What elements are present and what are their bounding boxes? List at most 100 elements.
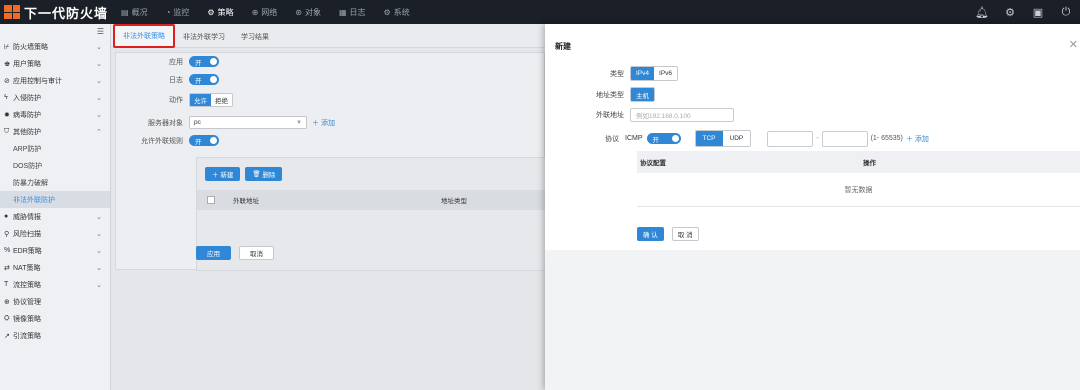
protocol-icon: ⊕: [4, 298, 10, 306]
save-icon[interactable]: ▣: [1024, 0, 1052, 24]
chevron-down-icon: ⌄: [96, 281, 102, 289]
menu-collapse-icon[interactable]: ☰: [0, 24, 110, 38]
virus-icon: ✹: [4, 111, 10, 119]
log-label: 日志: [169, 76, 183, 84]
outbound-address-input[interactable]: 例如192.168.0.100: [630, 108, 734, 122]
sidebar-item-user-policy[interactable]: ♚ 用户策略 ⌄: [0, 55, 110, 72]
sidebar-item-redirect[interactable]: ↗ 引流策略: [0, 327, 110, 344]
new-rule-button[interactable]: ＋ 新建: [205, 167, 241, 181]
nav-log[interactable]: ▦ 日志: [330, 0, 375, 24]
action-allow-button[interactable]: 允许: [190, 94, 211, 106]
new-rule-drawer: 新建 ✕ 类型 IPv4 IPv6 地址类型 主机 外联地址 例如192.168…: [545, 24, 1080, 390]
protocol-label: 协议: [605, 135, 619, 143]
allow-rule-toggle[interactable]: 开: [189, 135, 219, 146]
apply-button[interactable]: 应用: [196, 246, 231, 260]
nav-monitor[interactable]: ◔ 监控: [157, 0, 199, 24]
sidebar-item-intrusion[interactable]: ϟ 入侵防护 ⌄: [0, 89, 110, 106]
port-range-hint: (1- 65535): [870, 135, 903, 142]
chevron-down-icon: ▼: [296, 119, 302, 126]
sidebar-item-edr[interactable]: % EDR策略 ⌄: [0, 242, 110, 259]
protocol-table-header: 协议配置 操作: [637, 151, 1080, 173]
delete-rule-button[interactable]: 🗑︎ 删除: [245, 167, 283, 181]
sidebar-subitem-arp[interactable]: ARP防护: [0, 140, 110, 157]
chevron-down-icon: ⌄: [96, 94, 102, 102]
apply-toggle[interactable]: 开: [189, 56, 219, 67]
nav-overview[interactable]: ▤ 概况: [112, 0, 157, 24]
sidebar: ☰ ⊬ 防火墙策略 ⌄ ♚ 用户策略 ⌄ ⊘ 应用控制与审计 ⌄ ϟ 入侵防护 ⌄ ✹ 病毒防护 ⌄…: [0, 24, 111, 390]
nav-object[interactable]: ⊛ 对象: [286, 0, 330, 24]
sidebar-item-virus[interactable]: ✹ 病毒防护 ⌄: [0, 106, 110, 123]
tab-outbound-learning[interactable]: 非法外联学习: [175, 27, 233, 47]
content-area: 非法外联策略 非法外联学习 学习结果 应用 开 日志 开 动作 允许 拒绝 服务…: [111, 24, 547, 390]
drawer-cancel-button[interactable]: 取 消: [671, 227, 699, 241]
add-port-link[interactable]: ＋ 添加: [906, 134, 929, 144]
filter-icon: ⊬: [4, 43, 11, 51]
system-icon: ⚙: [383, 7, 391, 17]
port-start-input[interactable]: [767, 130, 814, 147]
network-icon: ⊕: [251, 7, 259, 17]
icmp-toggle[interactable]: 开: [646, 133, 681, 144]
app-logo: 下一代防火墙: [0, 0, 112, 24]
tab-learning-results[interactable]: 学习结果: [233, 27, 277, 47]
protocol-table: 协议配置 操作 暂无数据: [637, 151, 1080, 207]
flow-icon: T: [4, 281, 9, 288]
user-icon: ♚: [4, 60, 11, 68]
swap-icon: ⇄: [4, 264, 10, 272]
close-icon[interactable]: ✕: [1069, 38, 1078, 51]
cancel-button[interactable]: 取消: [239, 246, 274, 260]
sidebar-item-threat-intel[interactable]: ● 威胁情报 ⌄: [0, 208, 110, 225]
chevron-down-icon: ⌄: [96, 230, 102, 238]
select-all-checkbox[interactable]: [207, 196, 215, 204]
sidebar-item-protocol[interactable]: ⊕ 协议管理: [0, 293, 110, 310]
search-icon: ⚲: [4, 230, 10, 238]
nav-system[interactable]: ⚙ 系统: [375, 0, 419, 24]
sidebar-subitem-bruteforce[interactable]: 防暴力破解: [0, 174, 110, 191]
log-icon: ▦: [338, 7, 347, 17]
ipv4-button[interactable]: IPv4: [631, 67, 655, 80]
bell-icon[interactable]: 🔔︎: [968, 0, 996, 24]
sidebar-subitem-illegal-outbound[interactable]: 非法外联防护: [0, 191, 110, 208]
server-object-label: 服务器对象: [148, 119, 183, 127]
policy-icon: ⚙: [207, 7, 215, 17]
sidebar-item-firewall-policy[interactable]: ⊬ 防火墙策略 ⌄: [0, 38, 110, 55]
server-add-link[interactable]: ＋ 添加: [312, 118, 335, 128]
confirm-button[interactable]: 确 认: [637, 227, 664, 241]
top-bar: 下一代防火墙 ▤ 概况 ◔ 监控 ⚙ 策略 ⊕ 网络 ⊛ 对象 ▦ 日志 ⚙ 系统 🔔︎ ⚙ …: [0, 0, 1080, 24]
sidebar-item-app-control[interactable]: ⊘ 应用控制与审计 ⌄: [0, 72, 110, 89]
outbound-address-label: 外联地址: [596, 112, 624, 119]
tab-outbound-policy[interactable]: 非法外联策略: [113, 24, 175, 48]
power-icon[interactable]: ⏻: [1052, 0, 1080, 24]
drawer-title: 新建: [555, 42, 571, 51]
gear-icon[interactable]: ⚙: [996, 0, 1024, 24]
log-toggle[interactable]: 开: [189, 74, 219, 85]
apply-label: 应用: [169, 58, 183, 66]
chevron-down-icon: ⌄: [96, 213, 102, 221]
nav-network[interactable]: ⊕ 网络: [243, 0, 287, 24]
policy-form: 应用 开 日志 开 动作 允许 拒绝 服务器对象 pc ▼ ＋ 添加 允许外联规…: [115, 52, 547, 271]
address-type-label: 地址类型: [596, 91, 624, 99]
udp-button[interactable]: UDP: [722, 131, 751, 146]
logo-icon: [4, 5, 20, 19]
ipv6-button[interactable]: IPv6: [654, 67, 678, 80]
nav-policy[interactable]: ⚙ 策略: [198, 0, 242, 24]
chevron-up-icon: ⌃: [96, 128, 102, 136]
sidebar-item-other-protection[interactable]: ⛉ 其他防护 ⌃: [0, 123, 110, 140]
col-operation: 操作: [863, 160, 876, 167]
action-selector: 允许 拒绝: [189, 93, 233, 107]
action-deny-button[interactable]: 拒绝: [211, 94, 232, 106]
port-end-input[interactable]: [821, 130, 868, 147]
sidebar-subitem-dos[interactable]: DOS防护: [0, 157, 110, 174]
shield-icon: ⛉: [4, 127, 10, 135]
server-object-select[interactable]: pc ▼: [189, 116, 307, 129]
tcp-button[interactable]: TCP: [695, 131, 723, 146]
protocol-selector: TCP UDP: [694, 130, 752, 147]
address-type-selector: 主机: [630, 87, 655, 102]
drawer-footer-area: [545, 250, 1080, 390]
sidebar-item-nat[interactable]: ⇄ NAT策略 ⌄: [0, 259, 110, 276]
redirect-icon: ↗: [4, 332, 10, 340]
top-actions: 🔔︎ ⚙ ▣ ⏻: [968, 0, 1080, 24]
host-button[interactable]: 主机: [631, 88, 654, 101]
sidebar-item-flow-control[interactable]: T 流控策略 ⌄: [0, 276, 110, 293]
sidebar-item-mirror[interactable]: ⛭ 镜像策略: [0, 310, 110, 327]
sidebar-item-risk-scan[interactable]: ⚲ 风险扫描 ⌄: [0, 225, 110, 242]
